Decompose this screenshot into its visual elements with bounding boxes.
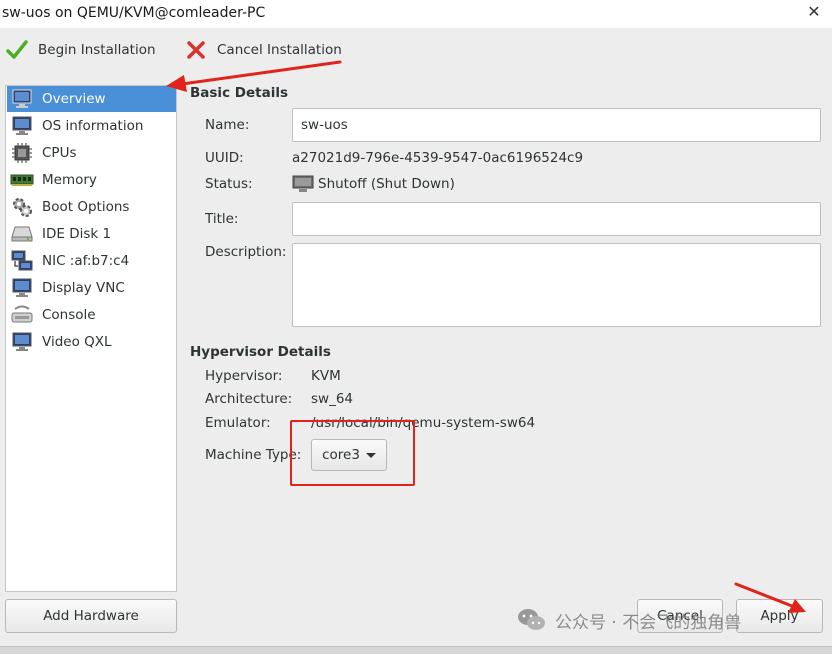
- cpu-icon: [10, 142, 34, 164]
- machine-type-label: Machine Type:: [205, 447, 302, 463]
- status-value: Shutoff (Shut Down): [318, 176, 455, 192]
- title-label: Title:: [205, 211, 239, 227]
- monitor-icon: [10, 277, 34, 299]
- sidebar-item-display-vnc[interactable]: Display VNC: [7, 275, 176, 301]
- basic-details-heading: Basic Details: [190, 85, 288, 101]
- wechat-logo-icon: [517, 607, 547, 633]
- monitor-icon: [10, 88, 34, 110]
- status-label: Status:: [205, 176, 253, 192]
- description-label: Description:: [205, 244, 287, 260]
- hypervisor-details-heading: Hypervisor Details: [190, 344, 331, 360]
- sidebar-item-label: Overview: [42, 91, 106, 107]
- architecture-value: sw_64: [311, 391, 354, 407]
- sidebar-item-ide-disk-1[interactable]: IDE Disk 1: [7, 221, 176, 247]
- sidebar-item-label: Memory: [42, 172, 97, 188]
- sidebar-item-label: Console: [42, 307, 96, 323]
- sidebar-item-label: CPUs: [42, 145, 77, 161]
- sidebar-item-label: Boot Options: [42, 199, 130, 215]
- sidebar-item-label: Video QXL: [42, 334, 112, 350]
- sidebar-item-boot-options[interactable]: Boot Options: [7, 194, 176, 220]
- uuid-label: UUID:: [205, 150, 244, 166]
- sidebar-item-memory[interactable]: Memory: [7, 167, 176, 193]
- add-hardware-button[interactable]: Add Hardware: [5, 599, 177, 633]
- sidebar-item-cpus[interactable]: CPUs: [7, 140, 176, 166]
- network-icon: [10, 250, 34, 272]
- sidebar-item-label: Display VNC: [42, 280, 125, 296]
- machine-type-dropdown[interactable]: core3: [311, 439, 387, 471]
- apply-button[interactable]: Apply: [736, 599, 823, 633]
- sidebar-item-label: NIC :af:b7:c4: [42, 253, 130, 269]
- cancel-button[interactable]: Cancel: [637, 599, 723, 633]
- sidebar-item-label: IDE Disk 1: [42, 226, 112, 242]
- architecture-label: Architecture:: [205, 391, 293, 407]
- uuid-value: a27021d9-796e-4539-9547-0ac6196524c9: [292, 150, 584, 166]
- begin-installation-label: Begin Installation: [38, 42, 156, 58]
- bottom-edge: [0, 646, 832, 654]
- hypervisor-label: Hypervisor:: [205, 368, 283, 384]
- sidebar-item-label: OS information: [42, 118, 144, 134]
- monitor-icon: [10, 115, 34, 137]
- emulator-label: Emulator:: [205, 415, 271, 431]
- memory-icon: [10, 169, 34, 191]
- monitor-icon: [10, 331, 34, 353]
- hypervisor-value: KVM: [311, 368, 341, 384]
- sidebar-item-console[interactable]: Console: [7, 302, 176, 328]
- sidebar-item-nic[interactable]: NIC :af:b7:c4: [7, 248, 176, 274]
- emulator-value: /usr/local/bin/qemu-system-sw64: [311, 415, 536, 431]
- toolbar: Begin Installation Cancel Installation: [0, 28, 832, 74]
- sidebar-item-overview[interactable]: Overview: [7, 86, 176, 112]
- sidebar-item-os-information[interactable]: OS information: [7, 113, 176, 139]
- description-field[interactable]: [292, 243, 821, 327]
- cancel-installation-button[interactable]: Cancel Installation: [183, 37, 342, 63]
- dropdown-arrow-icon: [365, 452, 376, 458]
- close-window-button[interactable]: ✕: [804, 2, 824, 22]
- gears-icon: [10, 196, 34, 218]
- title-field[interactable]: [292, 202, 821, 236]
- console-icon: [10, 304, 34, 326]
- shutoff-monitor-icon: [292, 175, 314, 193]
- name-field[interactable]: [292, 108, 821, 142]
- title-bar: sw-uos on QEMU/KVM@comleader-PC ✕: [0, 0, 832, 28]
- window-title: sw-uos on QEMU/KVM@comleader-PC: [2, 5, 266, 21]
- checkmark-icon: [4, 37, 30, 63]
- name-label: Name:: [205, 117, 250, 133]
- disk-icon: [10, 223, 34, 245]
- sidebar-item-video-qxl[interactable]: Video QXL: [7, 329, 176, 355]
- cancel-x-icon: [183, 37, 209, 63]
- hardware-list: Overview OS information CPUs Memory Boot…: [5, 85, 177, 592]
- begin-installation-button[interactable]: Begin Installation: [4, 37, 156, 63]
- machine-type-value: core3: [322, 447, 360, 463]
- cancel-installation-label: Cancel Installation: [217, 42, 342, 58]
